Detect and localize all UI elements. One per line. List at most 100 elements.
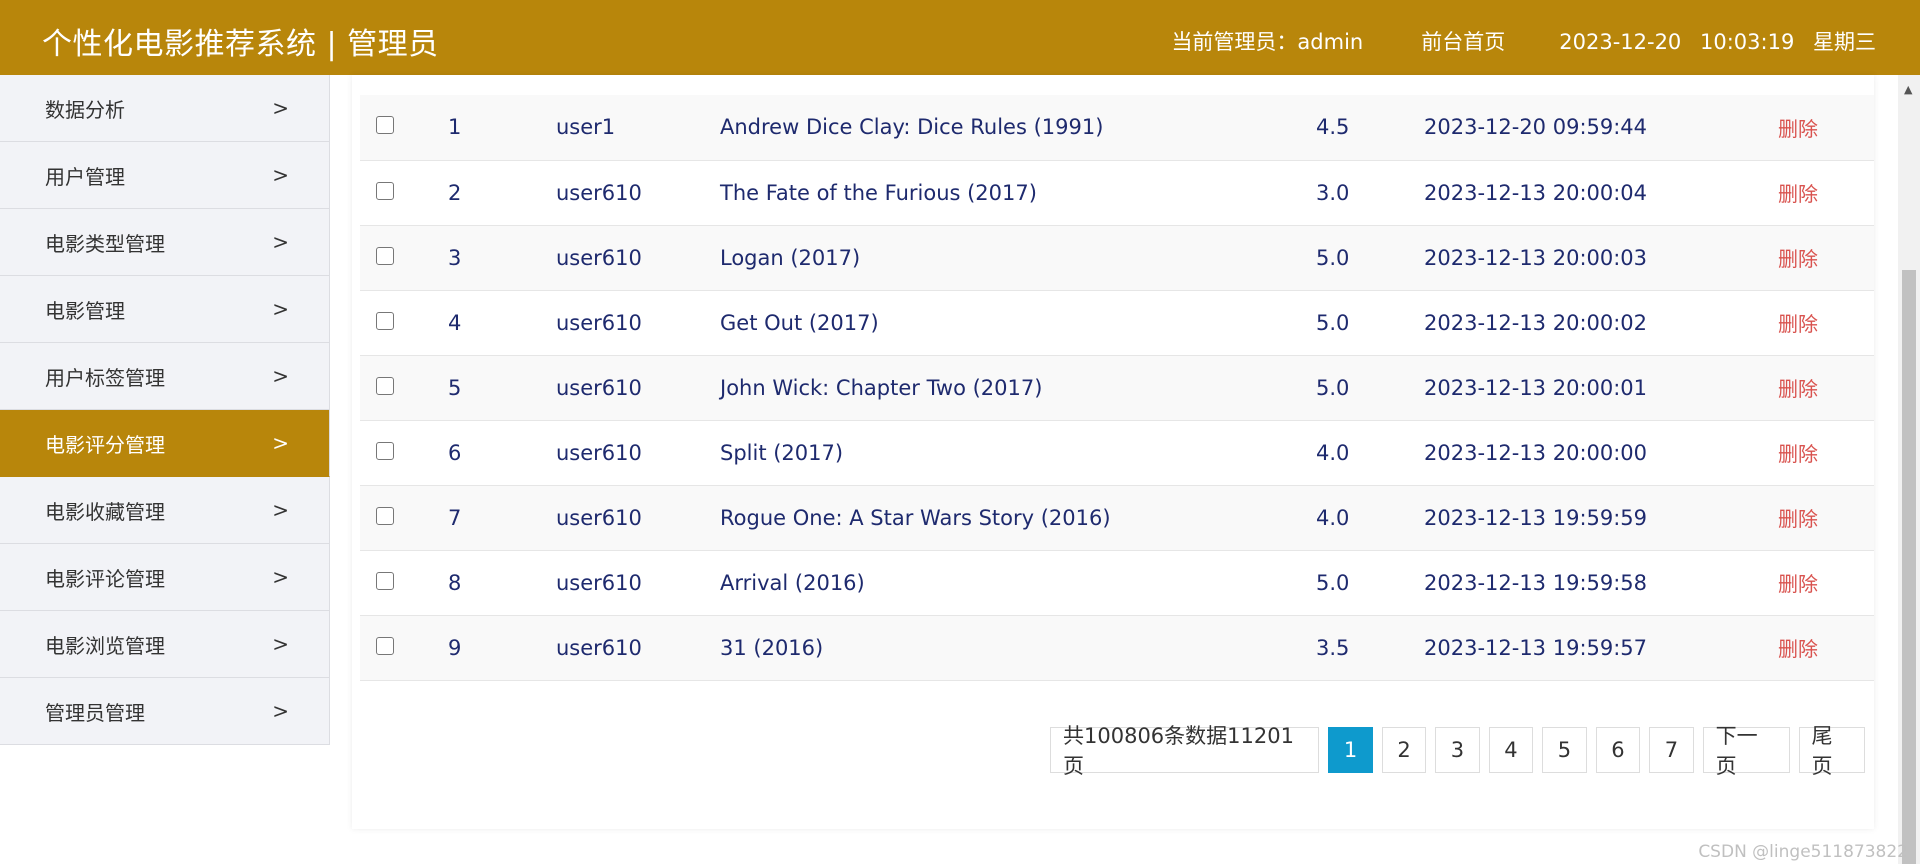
sidebar-item-label: 电影浏览管理	[45, 633, 165, 658]
sidebar-item[interactable]: 电影浏览管理 >	[0, 611, 330, 678]
pagination-info: 共100806条数据11201页	[1050, 724, 1320, 778]
page-button[interactable]: 2	[1381, 727, 1427, 773]
row-score: 5.0	[1316, 245, 1350, 270]
row-score: 3.5	[1316, 635, 1350, 660]
row-id: 4	[448, 310, 462, 335]
row-movie: 31 (2016)	[720, 635, 824, 660]
sidebar-item[interactable]: 电影收藏管理 >	[0, 477, 330, 544]
row-time: 2023-12-13 20:00:04	[1424, 180, 1648, 205]
row-id: 9	[448, 635, 462, 660]
row-id: 2	[448, 180, 462, 205]
row-user: user610	[556, 635, 642, 660]
row-id: 6	[448, 440, 462, 465]
row-checkbox[interactable]	[376, 311, 394, 330]
delete-link[interactable]: 删除	[1778, 290, 1874, 355]
row-checkbox-cell	[360, 160, 448, 225]
sidebar-item-label: 电影收藏管理	[45, 499, 165, 524]
delete-link[interactable]: 删除	[1778, 550, 1874, 615]
delete-link[interactable]: 删除	[1778, 95, 1874, 160]
row-checkbox[interactable]	[376, 116, 394, 135]
row-checkbox[interactable]	[376, 571, 394, 590]
row-id: 8	[448, 570, 462, 595]
sidebar-item[interactable]: 用户管理 >	[0, 142, 330, 209]
sidebar-item-label: 电影管理	[45, 298, 125, 323]
row-user: user610	[556, 180, 642, 205]
row-score: 4.0	[1316, 505, 1350, 530]
page-button[interactable]: 7	[1649, 727, 1694, 773]
sidebar-item-label: 数据分析	[45, 97, 125, 122]
delete-link[interactable]: 删除	[1778, 485, 1874, 550]
row-time: 2023-12-13 20:00:01	[1424, 375, 1648, 400]
sidebar: 数据分析 > 用户管理 > 电影类型管理 > 电影管理 > 用户标签管理 > 电影评分管理 > 电影收藏…	[0, 75, 330, 745]
next-page-button[interactable]: 下一页	[1702, 724, 1790, 778]
scrollbar-thumb[interactable]	[1902, 270, 1916, 864]
page-button[interactable]: 4	[1488, 727, 1534, 773]
chevron-right-icon: >	[272, 699, 289, 723]
sidebar-item[interactable]: 电影评论管理 >	[0, 544, 330, 611]
sidebar-item[interactable]: 电影评分管理 >	[0, 410, 330, 477]
chevron-right-icon: >	[272, 230, 289, 254]
sidebar-item[interactable]: 管理员管理 >	[0, 678, 330, 745]
table-row: 1 user1 Andrew Dice Clay: Dice Rules (1991…	[360, 95, 1874, 160]
sidebar-item-label: 用户标签管理	[45, 365, 165, 390]
vertical-scrollbar[interactable]: ▲	[1898, 75, 1920, 864]
main-content: 1 user1 Andrew Dice Clay: Dice Rules (1991…	[352, 75, 1874, 829]
delete-link[interactable]: 删除	[1778, 160, 1874, 225]
last-page-button[interactable]: 尾页	[1798, 724, 1866, 778]
row-user: user610	[556, 570, 642, 595]
row-checkbox-cell	[360, 225, 448, 290]
row-score: 4.0	[1316, 440, 1350, 465]
sidebar-item-label: 电影类型管理	[45, 231, 165, 256]
weekday-text: 星期三	[1813, 30, 1876, 54]
table-row: 4 user610 Get Out (2017) 5.0 2023-12-13 20:0…	[360, 290, 1874, 355]
page-button[interactable]: 6	[1595, 727, 1641, 773]
row-user: user610	[556, 375, 642, 400]
ratings-table: 1 user1 Andrew Dice Clay: Dice Rules (1991…	[360, 95, 1874, 681]
chevron-right-icon: >	[272, 632, 289, 656]
row-time: 2023-12-20 09:59:44	[1424, 115, 1648, 140]
sidebar-item[interactable]: 电影类型管理 >	[0, 209, 330, 276]
delete-link[interactable]: 删除	[1778, 615, 1874, 680]
watermark: CSDN @linge511873822	[1698, 842, 1908, 862]
page-button[interactable]: 3	[1435, 727, 1480, 773]
row-movie: Get Out (2017)	[720, 310, 879, 335]
delete-link[interactable]: 删除	[1778, 355, 1874, 420]
delete-link[interactable]: 删除	[1778, 225, 1874, 290]
table-row: 7 user610 Rogue One: A Star Wars Story (20…	[360, 485, 1874, 550]
row-user: user610	[556, 310, 642, 335]
row-movie: The Fate of the Furious (2017)	[720, 180, 1037, 205]
sidebar-item-label: 管理员管理	[45, 700, 145, 725]
table-row: 5 user610 John Wick: Chapter Two (2017) 5.0…	[360, 355, 1874, 420]
row-checkbox[interactable]	[376, 246, 394, 265]
front-page-link[interactable]: 前台首页	[1421, 26, 1505, 56]
row-checkbox[interactable]	[376, 441, 394, 460]
sidebar-item[interactable]: 电影管理 >	[0, 276, 330, 343]
row-checkbox[interactable]	[376, 636, 394, 655]
header-right: 当前管理员：admin 前台首页 2023-12-20 10:03:19 星期三	[1171, 26, 1876, 56]
row-checkbox[interactable]	[376, 506, 394, 525]
row-movie: Split (2017)	[720, 440, 844, 465]
chevron-right-icon: >	[272, 498, 289, 522]
row-movie: Andrew Dice Clay: Dice Rules (1991)	[720, 115, 1104, 140]
sidebar-item-label: 电影评论管理	[45, 566, 165, 591]
row-score: 3.0	[1316, 180, 1350, 205]
page-button[interactable]: 5	[1542, 727, 1587, 773]
sidebar-item[interactable]: 用户标签管理 >	[0, 343, 330, 410]
delete-link[interactable]: 删除	[1778, 420, 1874, 485]
row-id: 1	[448, 115, 462, 140]
row-movie: Arrival (2016)	[720, 570, 865, 595]
chevron-right-icon: >	[272, 431, 289, 455]
app-title: 个性化电影推荐系统 | 管理员	[42, 27, 439, 62]
datetime-display: 2023-12-20 10:03:19 星期三	[1559, 26, 1876, 56]
top-header: 个性化电影推荐系统 | 管理员 当前管理员：admin 前台首页 2023-12…	[0, 0, 1920, 75]
row-checkbox-cell	[360, 355, 448, 420]
row-checkbox[interactable]	[376, 376, 394, 395]
row-checkbox[interactable]	[376, 181, 394, 200]
chevron-right-icon: >	[272, 565, 289, 589]
row-score: 5.0	[1316, 375, 1350, 400]
sidebar-item[interactable]: 数据分析 >	[0, 75, 330, 142]
page-button[interactable]: 1	[1328, 727, 1373, 773]
date-text: 2023-12-20	[1559, 30, 1682, 54]
scroll-up-arrow-icon[interactable]: ▲	[1904, 83, 1912, 96]
table-row: 3 user610 Logan (2017) 5.0 2023-12-13 20:00:…	[360, 225, 1874, 290]
